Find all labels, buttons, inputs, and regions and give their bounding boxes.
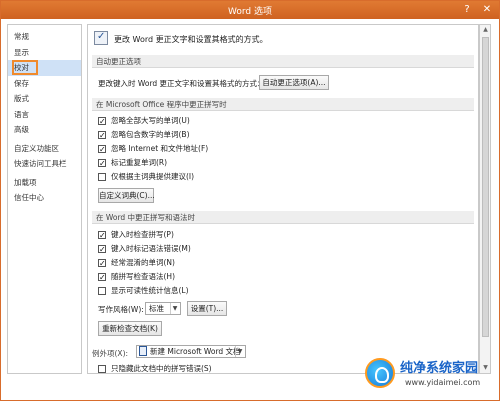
writing-style-select[interactable]: 标准 ▼ xyxy=(145,302,181,315)
checkbox[interactable] xyxy=(98,229,106,242)
checkbox[interactable] xyxy=(98,271,106,284)
exceptions-label: 例外项(X): xyxy=(92,349,129,358)
checkbox[interactable] xyxy=(98,129,106,142)
sidebar-item-display[interactable]: 显示 xyxy=(8,45,81,61)
writing-style-label: 写作风格(W): xyxy=(98,305,144,314)
sidebar-item-save[interactable]: 保存 xyxy=(8,76,81,92)
sidebar-item-general[interactable]: 常规 xyxy=(8,29,81,45)
sidebar-item-proofing[interactable]: 校对 xyxy=(8,60,81,76)
sidebar-item-addins[interactable]: 加载项 xyxy=(8,175,81,191)
watermark-text: 纯净系统家园 xyxy=(400,361,479,376)
window-title: Word 选项 xyxy=(228,7,272,17)
custom-dictionaries-button[interactable]: 自定义词典(C)... xyxy=(98,188,155,203)
scroll-up-icon[interactable]: ▲ xyxy=(481,25,490,35)
watermark-logo-icon xyxy=(365,358,395,388)
watermark-url: www.yidaimei.com xyxy=(405,378,481,387)
watermark: 纯净系统家园 www.yidaimei.com xyxy=(365,356,495,398)
checkbox[interactable] xyxy=(98,243,106,256)
sidebar-item-advanced[interactable]: 高级 xyxy=(8,122,81,138)
page-header-text: 更改 Word 更正文字和设置其格式的方式。 xyxy=(114,35,268,44)
close-icon[interactable]: ✕ xyxy=(479,2,495,17)
sidebar-item-layout[interactable]: 版式 xyxy=(8,91,81,107)
section-office-spelling: 在 Microsoft Office 程序中更正拼写时 xyxy=(92,98,474,111)
word-document-icon xyxy=(139,346,147,356)
main-scrollbar[interactable]: ▲ ▼ xyxy=(479,24,491,374)
section-word-spelling: 在 Word 中更正拼写和语法时 xyxy=(92,211,474,224)
exceptions-select[interactable]: 新建 Microsoft Word 文档 ▼ xyxy=(136,345,246,358)
sidebar-item-quick-access-toolbar[interactable]: 快速访问工具栏 xyxy=(8,156,81,172)
title-bar: Word 选项 ? ✕ xyxy=(1,1,499,19)
scroll-thumb[interactable] xyxy=(482,37,489,337)
sidebar: 常规 显示 校对 保存 版式 语言 高级 自定义功能区 快速访问工具栏 加载项 … xyxy=(7,24,82,374)
autocorrect-options-button[interactable]: 自动更正选项(A)... xyxy=(259,75,329,90)
sidebar-item-language[interactable]: 语言 xyxy=(8,107,81,123)
sidebar-item-trust-center[interactable]: 信任中心 xyxy=(8,190,81,206)
selection-highlight xyxy=(12,60,38,75)
help-icon[interactable]: ? xyxy=(459,2,475,17)
checkbox[interactable] xyxy=(98,115,106,128)
checkbox[interactable] xyxy=(98,257,106,270)
checkbox[interactable] xyxy=(98,287,106,295)
autocorrect-text: 更改键入时 Word 更正文字和设置其格式的方式： xyxy=(98,79,265,88)
main-panel: 更改 Word 更正文字和设置其格式的方式。 自动更正选项 更改键入时 Word… xyxy=(87,24,479,374)
word-options-dialog: Word 选项 ? ✕ 常规 显示 校对 保存 版式 语言 高级 自定义功能区 … xyxy=(0,0,500,401)
settings-button[interactable]: 设置(T)... xyxy=(187,301,227,316)
chevron-down-icon: ▼ xyxy=(235,346,244,357)
proofing-check-icon xyxy=(94,31,108,45)
sidebar-item-customize-ribbon[interactable]: 自定义功能区 xyxy=(8,141,81,157)
checkbox[interactable] xyxy=(98,157,106,170)
recheck-document-button[interactable]: 重新检查文档(K) xyxy=(98,321,162,336)
checkbox[interactable] xyxy=(98,143,106,156)
checkbox[interactable] xyxy=(98,365,106,373)
chevron-down-icon: ▼ xyxy=(170,303,179,314)
checkbox[interactable] xyxy=(98,173,106,181)
section-autocorrect: 自动更正选项 xyxy=(92,55,474,68)
